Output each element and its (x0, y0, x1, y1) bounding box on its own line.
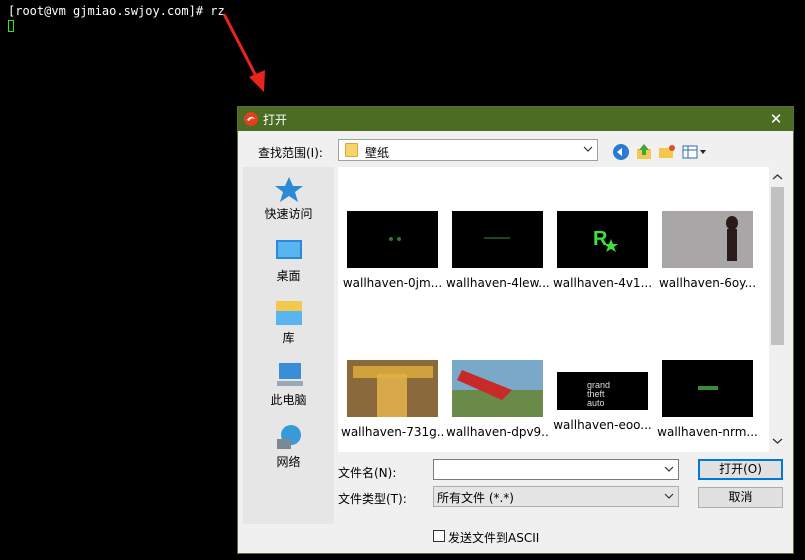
svg-text:R: R (593, 228, 608, 250)
file-name: wallhaven-dpv9... (446, 425, 549, 439)
place-library[interactable]: 库 (243, 299, 334, 346)
send-ascii-label[interactable]: 发送文件到ASCII (448, 529, 539, 546)
scroll-down-icon[interactable] (772, 437, 783, 445)
file-thumbnail (452, 360, 543, 417)
file-type-dropdown[interactable]: 所有文件 (*.*) (433, 486, 679, 507)
file-name: wallhaven-0jm... (342, 276, 443, 290)
file-type-value: 所有文件 (*.*) (437, 491, 514, 505)
new-folder-icon[interactable] (658, 143, 676, 161)
file-thumbnail (347, 360, 438, 417)
file-name: wallhaven-4v1... (552, 276, 653, 290)
vertical-scrollbar[interactable] (769, 167, 786, 452)
svg-text:auto: auto (587, 398, 605, 408)
network-icon (276, 425, 301, 449)
close-button[interactable]: ✕ (759, 107, 793, 131)
file-item[interactable]: wallhaven-nrm... (656, 360, 759, 439)
file-type-label: 文件类型(T): (338, 492, 407, 506)
folder-icon (345, 143, 358, 157)
file-name: wallhaven-6oy... (658, 276, 757, 290)
file-name: wallhaven-nrm... (657, 425, 758, 439)
file-thumbnail (662, 211, 753, 268)
file-item[interactable]: R wallhaven-4v1... (551, 211, 654, 290)
chevron-down-icon (583, 146, 593, 152)
file-item[interactable]: wallhaven-0jm... (341, 211, 444, 290)
file-name: wallhaven-731g... (341, 425, 444, 439)
computer-icon (276, 363, 303, 386)
file-name-label: 文件名(N): (338, 466, 397, 480)
file-item[interactable]: wallhaven-731g... (341, 360, 444, 439)
file-thumbnail (347, 211, 438, 268)
place-quick-access[interactable]: 快速访问 (243, 175, 334, 222)
place-label: 网络 (276, 455, 301, 469)
file-thumbnail: grand theft auto (557, 372, 648, 410)
place-label: 桌面 (276, 269, 301, 283)
place-network[interactable]: 网络 (243, 423, 334, 470)
file-thumbnail: R (557, 211, 648, 268)
send-ascii-checkbox[interactable] (433, 530, 445, 542)
file-item[interactable]: wallhaven-4lew... (446, 211, 549, 290)
file-name: wallhaven-eoo... (553, 418, 652, 432)
thumbnail-image (452, 370, 543, 417)
file-item[interactable]: wallhaven-dpv9... (446, 360, 549, 439)
places-bar: 快速访问 桌面 库 此电脑 网络 (243, 167, 334, 524)
open-button[interactable]: 打开(O) (698, 459, 783, 480)
file-list[interactable]: wallhaven-0jm... wallhaven-4lew... R wal… (338, 167, 786, 452)
library-icon (275, 301, 302, 325)
thumbnail-image (484, 237, 510, 239)
thumbnail-image (726, 216, 738, 261)
file-thumbnail (662, 360, 753, 417)
thumbnail-image (389, 237, 401, 241)
desktop-icon (275, 240, 302, 259)
view-menu-icon[interactable] (682, 143, 708, 161)
up-folder-icon[interactable] (635, 143, 653, 161)
place-label: 快速访问 (264, 207, 313, 221)
file-name-input[interactable] (433, 459, 679, 480)
file-name: wallhaven-4lew... (446, 276, 549, 290)
look-in-dropdown[interactable]: 壁纸 (338, 139, 598, 161)
scroll-up-icon[interactable] (772, 173, 783, 181)
star-icon (274, 177, 303, 202)
dialog-titlebar[interactable]: 打开 ✕ (238, 107, 793, 131)
back-icon[interactable] (612, 143, 630, 161)
file-item[interactable]: grand theft auto wallhaven-eoo... (551, 360, 654, 432)
cancel-button[interactable]: 取消 (698, 487, 783, 508)
look-in-value: 壁纸 (365, 146, 390, 160)
scrollbar-thumb[interactable] (771, 187, 784, 345)
thumbnail-image: R (593, 228, 618, 252)
file-item[interactable]: wallhaven-6oy... (656, 211, 759, 290)
open-file-dialog: 打开 ✕ 查找范围(I): 壁纸 快速访问 桌面 库 此电脑 网络 wallha… (237, 106, 794, 554)
chevron-down-icon[interactable] (664, 464, 674, 474)
file-thumbnail (452, 211, 543, 268)
look-in-label: 查找范围(I): (258, 146, 323, 160)
chevron-down-icon (664, 493, 674, 499)
place-label: 此电脑 (270, 393, 307, 407)
place-label: 库 (282, 331, 295, 345)
place-desktop[interactable]: 桌面 (243, 237, 334, 284)
place-this-pc[interactable]: 此电脑 (243, 361, 334, 408)
dialog-title: 打开 (263, 113, 288, 127)
thumbnail-image: grand theft auto (587, 380, 610, 408)
thumbnail-image (347, 360, 438, 417)
app-logo-icon (244, 112, 258, 126)
thumbnail-image (698, 386, 718, 390)
